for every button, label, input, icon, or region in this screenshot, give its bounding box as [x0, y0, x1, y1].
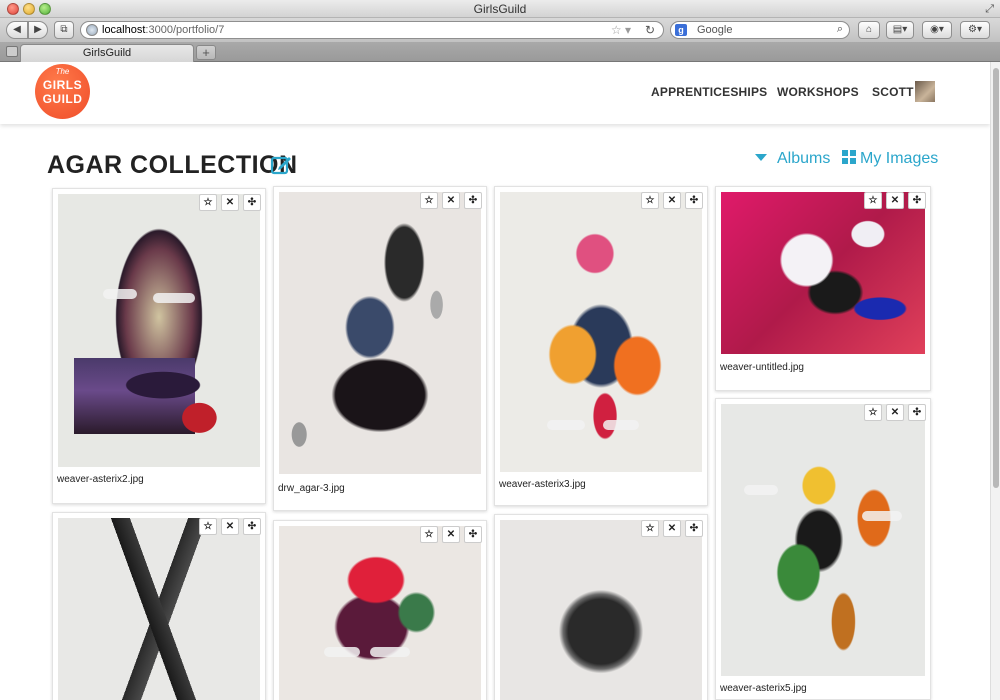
addon-button[interactable]: ◉▾ — [922, 21, 952, 39]
image-card[interactable]: ☆ ✕ ✣ weaver-untitled.jpg — [715, 186, 931, 391]
artwork-image[interactable] — [500, 520, 702, 700]
url-text: localhost:3000/portfolio/7 — [102, 24, 225, 36]
search-placeholder: Google — [697, 24, 733, 36]
nav-user-scott[interactable]: SCOTT — [872, 85, 914, 99]
card-actions: ☆ ✕ ✣ — [860, 192, 926, 209]
card-actions: ☆ ✕ ✣ — [860, 404, 926, 421]
move-handle-button[interactable]: ✣ — [243, 194, 261, 211]
move-handle-button[interactable]: ✣ — [908, 192, 926, 209]
favorite-star-button[interactable]: ☆ — [199, 194, 217, 211]
move-handle-button[interactable]: ✣ — [243, 518, 261, 535]
my-images-link[interactable]: My Images — [842, 150, 938, 168]
remove-image-button[interactable]: ✕ — [886, 192, 904, 209]
search-icon[interactable]: ⌕ — [837, 23, 843, 36]
favorite-star-button[interactable]: ☆ — [641, 192, 659, 209]
card-actions: ☆ ✕ ✣ — [195, 194, 261, 211]
move-handle-button[interactable]: ✣ — [685, 520, 703, 537]
move-handle-button[interactable]: ✣ — [685, 192, 703, 209]
image-card[interactable]: ☆ ✕ ✣ — [52, 512, 266, 700]
page-title: AGAR COLLECTION — [47, 151, 298, 179]
favorite-star-button[interactable]: ☆ — [864, 192, 882, 209]
bookmark-star-icon[interactable]: ☆ ▾ — [611, 23, 631, 37]
site-identity-icon[interactable] — [86, 24, 98, 36]
image-card[interactable]: ☆ ✕ ✣ weaver-asterix5.jpg — [715, 398, 931, 700]
image-card[interactable]: ☆ ✕ ✣ — [494, 514, 708, 700]
artwork-image[interactable] — [279, 526, 481, 700]
artwork-image[interactable] — [500, 192, 702, 472]
new-tab-button[interactable]: + — [196, 45, 216, 60]
artwork-image[interactable] — [58, 194, 260, 467]
move-handle-button[interactable]: ✣ — [464, 192, 482, 209]
move-handle-button[interactable]: ✣ — [908, 404, 926, 421]
artwork-image[interactable] — [279, 192, 481, 474]
caret-down-icon — [755, 154, 767, 161]
fullscreen-icon[interactable]: ⤢ — [985, 3, 994, 16]
card-actions: ☆ ✕ ✣ — [637, 520, 703, 537]
image-card[interactable]: ☆ ✕ ✣ drw_agar-3.jpg — [273, 186, 487, 511]
search-engine-icon[interactable]: g — [675, 24, 687, 36]
favorite-star-button[interactable]: ☆ — [420, 526, 438, 543]
window-title: GirlsGuild — [473, 2, 527, 16]
home-button[interactable]: ⌂ — [858, 21, 880, 39]
avatar[interactable] — [915, 81, 935, 102]
tab-bar: GirlsGuild + — [0, 42, 1000, 62]
card-actions: ☆ ✕ ✣ — [637, 192, 703, 209]
albums-dropdown[interactable]: Albums — [755, 150, 830, 168]
image-caption: drw_agar-3.jpg — [278, 483, 345, 494]
favorite-star-button[interactable]: ☆ — [420, 192, 438, 209]
tools-button[interactable]: ⚙▾ — [960, 21, 990, 39]
girlsguild-logo[interactable]: The GIRLS GUILD — [35, 64, 90, 119]
image-card[interactable]: ☆ ✕ ✣ — [273, 520, 487, 700]
page-scrollbar[interactable] — [990, 62, 1000, 700]
nav-apprenticeships[interactable]: APPRENTICESHIPS — [651, 85, 767, 99]
forward-button[interactable]: ▶ — [28, 21, 48, 39]
artwork-image[interactable] — [58, 518, 260, 700]
search-bar[interactable]: g Google ⌕ — [670, 21, 850, 39]
artwork-image[interactable] — [721, 192, 925, 354]
remove-image-button[interactable]: ✕ — [442, 192, 460, 209]
image-caption: weaver-asterix2.jpg — [57, 474, 144, 485]
image-caption: weaver-asterix5.jpg — [720, 683, 807, 694]
favorite-star-button[interactable]: ☆ — [864, 404, 882, 421]
card-actions: ☆ ✕ ✣ — [416, 526, 482, 543]
tab-girlsguild[interactable]: GirlsGuild — [20, 44, 194, 62]
remove-image-button[interactable]: ✕ — [886, 404, 904, 421]
image-caption: weaver-asterix3.jpg — [499, 479, 586, 490]
favorite-star-button[interactable]: ☆ — [641, 520, 659, 537]
grid-icon — [842, 150, 856, 164]
remove-image-button[interactable]: ✕ — [221, 194, 239, 211]
image-card[interactable]: ☆ ✕ ✣ weaver-asterix2.jpg — [52, 188, 266, 504]
extensions-button[interactable]: ⧉ — [54, 21, 74, 39]
back-button[interactable]: ◀ — [6, 21, 28, 39]
remove-image-button[interactable]: ✕ — [663, 192, 681, 209]
card-actions: ☆ ✕ ✣ — [416, 192, 482, 209]
scrollbar-thumb[interactable] — [993, 68, 999, 488]
window-titlebar: GirlsGuild ⤢ — [0, 0, 1000, 18]
remove-image-button[interactable]: ✕ — [221, 518, 239, 535]
nav-workshops[interactable]: WORKSHOPS — [777, 85, 859, 99]
artwork-image[interactable] — [721, 404, 925, 676]
image-caption: weaver-untitled.jpg — [720, 362, 804, 373]
card-actions: ☆ ✕ ✣ — [195, 518, 261, 535]
page-viewport: The GIRLS GUILD APPRENTICESHIPS WORKSHOP… — [0, 62, 990, 700]
edit-icon[interactable] — [270, 154, 292, 176]
favorite-star-button[interactable]: ☆ — [199, 518, 217, 535]
remove-image-button[interactable]: ✕ — [663, 520, 681, 537]
reload-icon[interactable]: ↻ — [645, 23, 655, 37]
image-card[interactable]: ☆ ✕ ✣ weaver-asterix3.jpg — [494, 186, 708, 506]
bookmarks-button[interactable]: ▤▾ — [886, 21, 914, 39]
remove-image-button[interactable]: ✕ — [442, 526, 460, 543]
move-handle-button[interactable]: ✣ — [464, 526, 482, 543]
address-bar[interactable]: localhost:3000/portfolio/7 ☆ ▾ ↻ — [80, 21, 664, 39]
browser-toolbar: ◀ ▶ ⧉ localhost:3000/portfolio/7 ☆ ▾ ↻ g… — [0, 18, 1000, 42]
tab-overview-icon[interactable] — [6, 46, 18, 57]
site-header: The GIRLS GUILD APPRENTICESHIPS WORKSHOP… — [0, 62, 990, 124]
